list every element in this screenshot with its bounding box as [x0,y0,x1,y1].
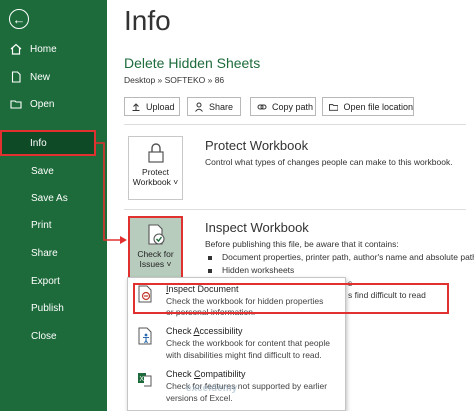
bullet-dot [208,268,212,273]
menu-item-description: versions of Excel. [166,393,233,403]
copy-path-label: Copy path [272,101,314,112]
protect-button-label-2: Workbook ˅ [132,177,179,187]
check-document-icon [147,224,165,245]
highlight-box [133,283,449,314]
bullet-text: Document properties, printer path, autho… [222,252,474,262]
bullet-text: Hidden worksheets [222,265,295,275]
folder-open-icon [329,103,339,111]
copy-path-button[interactable]: Copy path [250,97,316,116]
inspect-bullet: Document properties, printer path, autho… [208,252,474,262]
open-file-location-button[interactable]: Open file location [322,97,414,116]
inspect-workbook-title: Inspect Workbook [205,220,309,235]
protect-button-label-1: Protect [142,167,169,177]
menu-item-title: Check Compatibility [166,369,246,379]
protect-workbook-title: Protect Workbook [205,138,309,153]
menu-item-description: with disabilities might find difficult t… [166,350,322,360]
upload-button[interactable]: Upload [124,97,180,116]
divider [124,209,466,210]
inspect-bullet: Hidden worksheets [208,265,294,275]
upload-icon [132,102,140,111]
share-label: Share [209,101,234,112]
open-file-location-label: Open file location [343,101,413,112]
issues-button-label-1: Check for [137,249,174,259]
check-for-issues-button[interactable]: Check for Issues ˅ [128,216,183,280]
share-icon [195,102,203,112]
share-button[interactable]: Share [187,97,241,116]
upload-label: Upload [146,101,175,112]
watermark: exceldemy [186,383,238,394]
divider [124,124,466,125]
menu-item-check-accessibility[interactable]: Check Accessibility Check the workbook f… [128,324,345,366]
menu-item-title: Check Accessibility [166,326,243,336]
accessibility-icon [138,327,152,345]
breadcrumb: Desktop » SOFTEKO » 86 [124,75,225,85]
issues-button-label-2: Issues ˅ [139,259,172,269]
protect-workbook-button[interactable]: Protect Workbook ˅ [128,136,183,200]
document-title: Delete Hidden Sheets [124,55,261,71]
menu-item-description: Check the workbook for content that peop… [166,338,330,348]
lock-icon [147,143,164,163]
link-icon [257,104,267,109]
protect-workbook-description: Control what types of changes people can… [205,157,453,167]
compatibility-icon: X [138,373,152,387]
bullet-dot [208,255,212,260]
page-title: Info [124,5,171,36]
svg-text:X: X [139,376,144,383]
inspect-workbook-intro: Before publishing this file, be aware th… [205,239,399,249]
